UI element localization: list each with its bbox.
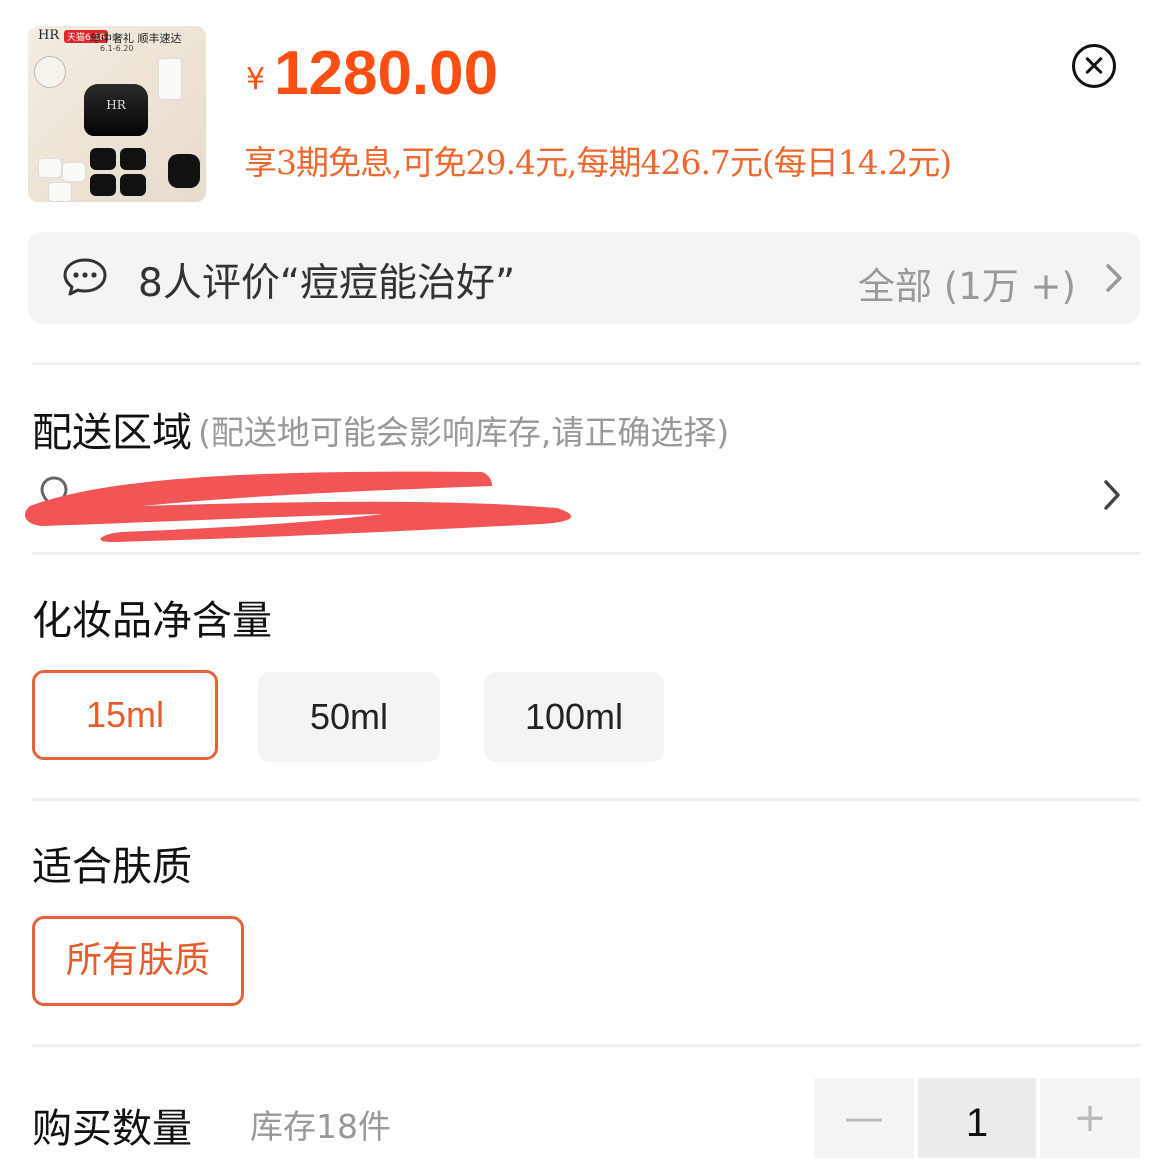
volume-option-100ml[interactable]: 100ml bbox=[484, 672, 664, 762]
chat-bubble-icon bbox=[63, 258, 107, 296]
product-jar-image bbox=[120, 174, 146, 196]
product-price: 1280.00 bbox=[274, 39, 499, 108]
delivery-hint: (配送地可能会影响库存,请正确选择) bbox=[198, 413, 730, 452]
thumbnail-dates: 6.1-6.20 bbox=[100, 44, 134, 53]
chevron-right-icon[interactable] bbox=[1098, 478, 1126, 512]
volume-option-15ml[interactable]: 15ml bbox=[32, 670, 218, 760]
product-thumbnail[interactable]: HR 天猫6.18 年中奢礼 顺丰速达 6.1-6.20 HR bbox=[28, 26, 206, 202]
divider bbox=[32, 1044, 1140, 1047]
chevron-right-icon[interactable] bbox=[1100, 262, 1128, 294]
all-reviews-link[interactable]: 全部 (1万 +) bbox=[858, 256, 1076, 310]
skin-option-all[interactable]: 所有肤质 bbox=[32, 916, 244, 1006]
close-icon[interactable] bbox=[1072, 44, 1116, 88]
product-jar-image bbox=[90, 174, 116, 196]
decrease-button[interactable]: — bbox=[814, 1078, 914, 1158]
divider bbox=[32, 798, 1140, 801]
delivery-title: 配送区域 bbox=[32, 410, 192, 456]
price-currency: ¥ bbox=[246, 62, 266, 97]
quantity-stepper[interactable]: — 1 + bbox=[814, 1078, 1140, 1158]
product-jar-image bbox=[90, 148, 116, 170]
quantity-value[interactable]: 1 bbox=[918, 1078, 1036, 1158]
redaction-scribble bbox=[25, 471, 572, 542]
stock-count: 库存18件 bbox=[250, 1107, 391, 1146]
volume-option-50ml[interactable]: 50ml bbox=[258, 672, 440, 762]
product-jar-image bbox=[48, 182, 72, 202]
product-jar-image bbox=[38, 158, 62, 178]
divider bbox=[32, 362, 1140, 365]
installment-info: 享3期免息,可免29.4元,每期426.7元(每日14.2元) bbox=[244, 143, 952, 182]
thumbnail-badge bbox=[34, 56, 66, 88]
volume-title: 化妆品净含量 bbox=[32, 598, 272, 644]
product-jar-image bbox=[120, 148, 146, 170]
product-tube-image bbox=[158, 58, 182, 100]
quantity-title: 购买数量 bbox=[32, 1106, 192, 1152]
product-jar-image bbox=[62, 162, 86, 182]
skin-type-title: 适合肤质 bbox=[32, 844, 192, 890]
thumbnail-brand: HR bbox=[38, 28, 60, 43]
increase-button[interactable]: + bbox=[1040, 1078, 1140, 1158]
product-jar-image: HR bbox=[84, 84, 148, 136]
divider bbox=[32, 552, 1140, 555]
product-jar-image bbox=[168, 154, 200, 188]
review-summary-text: 8人评价“痘痘能治好” bbox=[138, 261, 516, 306]
